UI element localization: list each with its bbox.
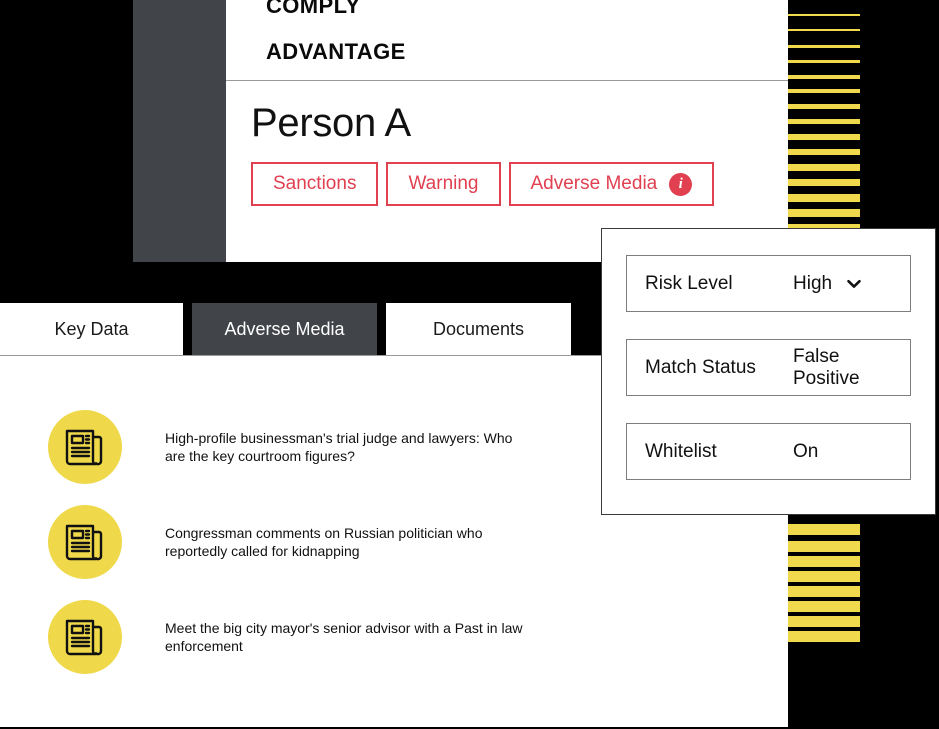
- badge-warning[interactable]: Warning: [386, 162, 501, 206]
- tab-bar: Key Data Adverse Media Documents: [0, 303, 571, 355]
- decorative-stripe: [788, 586, 860, 597]
- match-status-row[interactable]: Match Status False Positive: [626, 339, 911, 396]
- risk-level-row[interactable]: Risk Level High: [626, 255, 911, 312]
- whitelist-row[interactable]: Whitelist On: [626, 423, 911, 480]
- decorative-stripe: [788, 164, 860, 171]
- decorative-stripe: [788, 119, 860, 124]
- risk-level-value-group[interactable]: High: [793, 273, 862, 295]
- list-item-headline: Meet the big city mayor's senior advisor…: [165, 620, 523, 654]
- decorative-stripe: [788, 29, 860, 31]
- match-status-label: Match Status: [645, 356, 756, 378]
- badge-adverse-media-label: Adverse Media: [530, 173, 658, 194]
- tab-key-data-label: Key Data: [54, 318, 129, 339]
- decorative-stripe: [788, 134, 860, 140]
- decorative-stripe: [788, 616, 860, 627]
- tab-key-data[interactable]: Key Data: [0, 303, 183, 355]
- badge-adverse-media[interactable]: Adverse Media i: [508, 162, 715, 206]
- brand-bar: COMPLY ADVANTAGE ®: [226, 0, 788, 81]
- decorative-stripe: [788, 89, 860, 93]
- whitelist-label: Whitelist: [645, 440, 717, 462]
- decorative-stripe: [788, 524, 860, 535]
- newspaper-icon: [48, 600, 122, 674]
- badge-sanctions-label: Sanctions: [273, 173, 357, 194]
- info-icon[interactable]: i: [669, 172, 693, 196]
- tab-adverse-media[interactable]: Adverse Media: [192, 303, 377, 355]
- list-item-headline: High-profile businessman's trial judge a…: [165, 430, 513, 464]
- tab-documents[interactable]: Documents: [386, 303, 571, 355]
- decorative-stripe: [788, 556, 860, 567]
- decorative-stripe: [788, 45, 860, 48]
- newspaper-icon: [48, 410, 122, 484]
- decorative-stripe: [788, 179, 860, 186]
- decorative-stripe: [788, 601, 860, 612]
- profile-header-card: COMPLY ADVANTAGE ® Person A Sanctions Wa…: [226, 0, 788, 262]
- decorative-stripe: [788, 75, 860, 79]
- risk-badge-row: Sanctions Warning Adverse Media i: [251, 162, 788, 206]
- brand-line-1: COMPLY: [266, 0, 361, 18]
- decorative-stripe: [788, 14, 860, 16]
- brand-line-2: ADVANTAGE: [266, 39, 406, 64]
- decorative-stripe: [788, 149, 860, 155]
- match-status-value-group: False Positive: [793, 346, 892, 390]
- badge-warning-label: Warning: [408, 173, 479, 194]
- list-item-headline: Congressman comments on Russian politici…: [165, 525, 483, 559]
- whitelist-value: On: [793, 440, 819, 462]
- registered-trademark-icon: ®: [267, 0, 275, 8]
- match-detail-panel: Risk Level High Match Status False Posit…: [601, 228, 936, 515]
- decorative-stripe: [788, 631, 860, 642]
- decorative-stripe: [788, 209, 860, 217]
- risk-level-value: High: [793, 272, 833, 294]
- decorative-stripe: [788, 571, 860, 582]
- decorative-stripe: [788, 194, 860, 202]
- risk-level-label: Risk Level: [645, 272, 733, 294]
- whitelist-value-group: On: [793, 441, 818, 463]
- decorative-stripe: [788, 104, 860, 109]
- badge-sanctions[interactable]: Sanctions: [251, 162, 379, 206]
- newspaper-icon: [48, 505, 122, 579]
- chevron-down-icon[interactable]: [846, 276, 862, 292]
- list-item[interactable]: Meet the big city mayor's senior advisor…: [0, 600, 788, 674]
- decorative-stripe: [788, 541, 860, 552]
- match-status-value: False Positive: [793, 345, 860, 389]
- tab-documents-label: Documents: [432, 318, 525, 339]
- header-side-rail: [133, 0, 226, 262]
- comply-advantage-logo: COMPLY ADVANTAGE ®: [266, 0, 406, 109]
- tab-adverse-media-label: Adverse Media: [224, 318, 345, 339]
- decorative-stripe: [788, 60, 860, 63]
- list-item[interactable]: Congressman comments on Russian politici…: [0, 505, 788, 579]
- app-root: COMPLY ADVANTAGE ® Person A Sanctions Wa…: [0, 0, 939, 729]
